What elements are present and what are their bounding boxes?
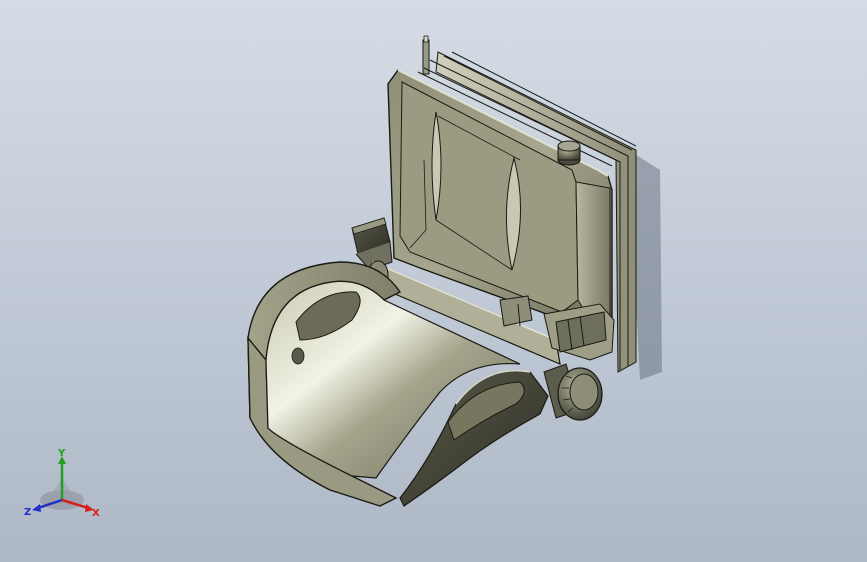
z-axis-arrow <box>32 504 41 512</box>
3d-model[interactable] <box>0 0 867 562</box>
z-axis-label: Z <box>24 507 31 518</box>
y-axis-label: Y <box>57 448 66 459</box>
top-knob[interactable] <box>557 140 581 166</box>
adjustment-knob[interactable] <box>543 363 603 421</box>
orientation-triad: Y X Z <box>24 448 100 519</box>
x-axis-label: X <box>92 508 100 519</box>
graphics-viewport[interactable]: Y X Z <box>0 0 867 562</box>
